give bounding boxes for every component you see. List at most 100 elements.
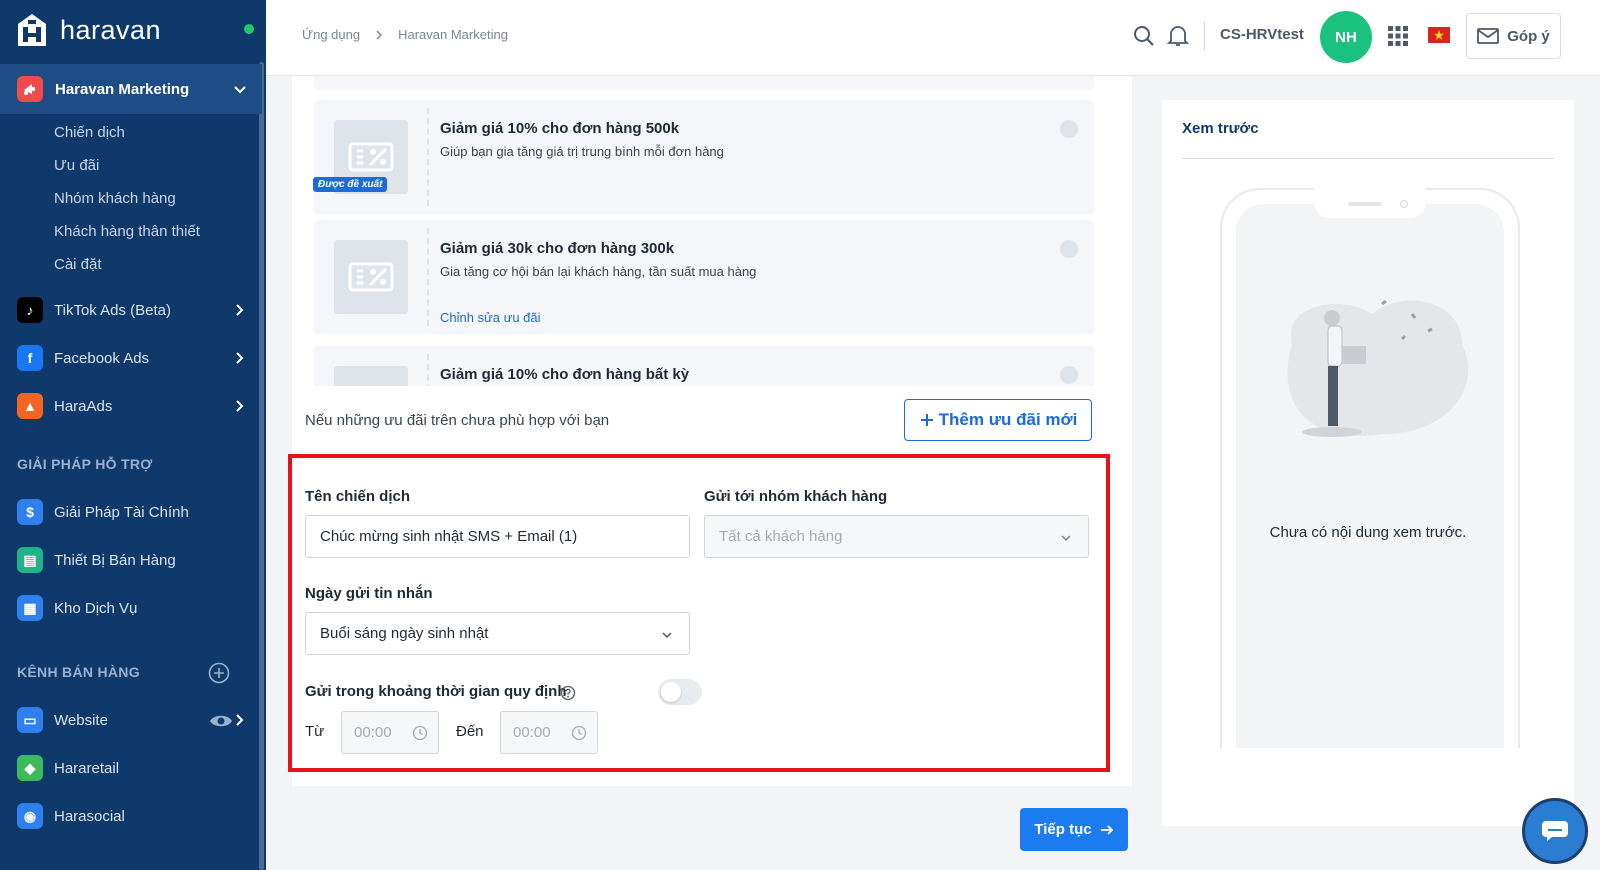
time-window-toggle[interactable]	[658, 679, 702, 705]
to-time-value: 00:00	[513, 724, 551, 741]
chevron-down-icon	[662, 632, 672, 639]
chevron-right-icon	[236, 400, 244, 412]
avatar[interactable]: NH	[1320, 11, 1372, 63]
harasocial-icon: ◉	[17, 803, 43, 829]
from-label: Từ	[305, 723, 325, 740]
sidebar-item-label: HaraAds	[54, 397, 113, 415]
time-window-label: Gửi trong khoảng thời gian quy định	[305, 683, 567, 700]
offer-card-partial	[314, 76, 1094, 90]
campaign-name-label: Tên chiến dịch	[305, 488, 411, 505]
campaign-name-input[interactable]: Chúc mừng sinh nhật SMS + Email (1)	[305, 515, 690, 558]
continue-label: Tiếp tục	[1034, 821, 1092, 838]
phone-speaker	[1348, 202, 1382, 206]
add-offer-button[interactable]: Thêm ưu đãi mới	[904, 399, 1092, 441]
clock-icon	[412, 725, 428, 741]
sidebar-item-hararetail[interactable]: ◆ Hararetail	[17, 754, 257, 782]
continue-button[interactable]: Tiếp tục	[1020, 808, 1128, 851]
edit-offer-link[interactable]: Chỉnh sửa ưu đãi	[440, 310, 541, 325]
haravan-logo-icon	[12, 10, 52, 50]
sidebar-item-label: Facebook Ads	[54, 349, 150, 367]
sidebar-item-tiktok-ads[interactable]: ♪ TikTok Ads (Beta)	[17, 296, 257, 324]
customer-group-select[interactable]: Tất cả khách hàng	[704, 515, 1089, 558]
sidebar-item-label: TikTok Ads (Beta)	[54, 301, 171, 319]
tiktok-icon: ♪	[17, 297, 43, 323]
phone-screen	[1236, 204, 1504, 748]
phone-camera	[1400, 200, 1408, 208]
preview-title: Xem trước	[1182, 120, 1259, 137]
finance-icon: $	[17, 499, 43, 525]
sidebar-item-label: Hararetail	[54, 759, 120, 777]
to-time-input[interactable]: 00:00	[500, 711, 598, 754]
add-channel-icon[interactable]	[208, 662, 230, 684]
chat-support-button[interactable]	[1522, 798, 1588, 864]
section-title-channels: KÊNH BÁN HÀNG	[17, 664, 140, 680]
topbar-divider	[1204, 22, 1205, 50]
store-name[interactable]: CS-HRVtest	[1220, 26, 1304, 43]
search-icon[interactable]	[1132, 24, 1156, 48]
sidebar-subitem-loyal-customers[interactable]: Khách hàng thân thiết	[54, 223, 200, 240]
sidebar-subitem-offers[interactable]: Ưu đãi	[54, 157, 99, 174]
section-title-support: GIẢI PHÁP HỖ TRỢ	[17, 456, 153, 472]
sidebar-subitem-customer-groups[interactable]: Nhóm khách hàng	[54, 190, 176, 207]
customer-group-value: Tất cả khách hàng	[719, 528, 843, 545]
from-time-input[interactable]: 00:00	[341, 711, 439, 754]
voucher-icon	[334, 240, 408, 314]
chevron-down-icon[interactable]	[232, 81, 248, 97]
chevron-down-icon	[1061, 535, 1071, 542]
offer-radio[interactable]	[1060, 366, 1078, 384]
sidebar-item-harasocial[interactable]: ◉ Harasocial	[17, 802, 257, 830]
brand-logo[interactable]: haravan	[12, 10, 161, 50]
sidebar-item-label: Thiết Bị Bán Hàng	[54, 551, 176, 569]
offer-radio[interactable]	[1060, 240, 1078, 258]
campaign-form-card: Giảm giá 10% cho đơn hàng 500k Giúp bạn …	[288, 76, 1132, 786]
sidebar-scrollbar[interactable]	[259, 62, 264, 870]
eye-icon[interactable]	[209, 713, 233, 729]
offer-card[interactable]: Giảm giá 30k cho đơn hàng 300k Gia tăng …	[314, 220, 1094, 334]
offer-divider	[427, 354, 429, 386]
campaign-settings-form: Tên chiến dịch Chúc mừng sinh nhật SMS +…	[288, 454, 1110, 772]
feedback-button[interactable]: Góp ý	[1466, 13, 1561, 59]
vietnam-flag-icon[interactable]	[1428, 27, 1450, 43]
offer-radio[interactable]	[1060, 120, 1078, 138]
preview-divider	[1182, 158, 1554, 159]
preview-empty-text: Chưa có nội dung xem trước.	[1269, 524, 1467, 541]
sidebar-item-services[interactable]: ▦ Kho Dịch Vụ	[17, 594, 257, 622]
help-icon[interactable]	[560, 685, 576, 701]
offer-divider	[427, 108, 429, 206]
online-status-dot	[244, 24, 254, 34]
from-time-value: 00:00	[354, 724, 392, 741]
sidebar-item-label: Giải Pháp Tài Chính	[54, 503, 189, 521]
sidebar-item-website[interactable]: ▭ Website	[17, 706, 257, 734]
sidebar-item-finance[interactable]: $ Giải Pháp Tài Chính	[17, 498, 257, 526]
send-date-select[interactable]: Buổi sáng ngày sinh nhật	[305, 612, 690, 655]
service-icon: ▦	[17, 595, 43, 621]
plus-icon	[920, 414, 933, 426]
bell-icon[interactable]	[1167, 24, 1189, 48]
recommended-badge: Được đề xuất	[313, 177, 388, 192]
sidebar-item-facebook-ads[interactable]: f Facebook Ads	[17, 344, 257, 372]
haraads-icon: ▲	[17, 393, 43, 419]
offer-title: Giảm giá 30k cho đơn hàng 300k	[440, 240, 675, 257]
sidebar-item-devices[interactable]: ▤ Thiết Bị Bán Hàng	[17, 546, 257, 574]
empty-illustration-icon	[1287, 299, 1469, 437]
offer-list[interactable]: Giảm giá 10% cho đơn hàng 500k Giúp bạn …	[314, 76, 1094, 386]
chevron-right-icon	[236, 714, 244, 726]
offer-title: Giảm giá 10% cho đơn hàng 500k	[440, 120, 680, 137]
breadcrumb-apps[interactable]: Ứng dụng	[302, 27, 360, 42]
sidebar-item-haraads[interactable]: ▲ HaraAds	[17, 392, 257, 420]
customer-group-label: Gửi tới nhóm khách hàng	[704, 488, 888, 505]
offer-card[interactable]: Giảm giá 10% cho đơn hàng 500k Giúp bạn …	[314, 100, 1094, 214]
sidebar-subitem-campaigns[interactable]: Chiến dịch	[54, 124, 125, 141]
add-offer-label: Thêm ưu đãi mới	[938, 410, 1078, 429]
sidebar-subitem-settings[interactable]: Cài đặt	[54, 256, 102, 273]
apps-grid-icon[interactable]	[1388, 26, 1408, 46]
sidebar-item-label: Website	[54, 711, 108, 729]
facebook-icon: f	[17, 345, 43, 371]
phone-mockup	[1220, 188, 1520, 748]
sidebar-item-haravan-marketing[interactable]: Haravan Marketing	[0, 64, 262, 114]
marketing-icon	[17, 76, 43, 102]
feedback-label: Góp ý	[1507, 27, 1550, 45]
breadcrumb-current: Haravan Marketing	[398, 27, 508, 42]
arrow-right-icon	[1100, 824, 1113, 835]
offer-card[interactable]: Giảm giá 10% cho đơn hàng bất kỳ	[314, 346, 1094, 386]
